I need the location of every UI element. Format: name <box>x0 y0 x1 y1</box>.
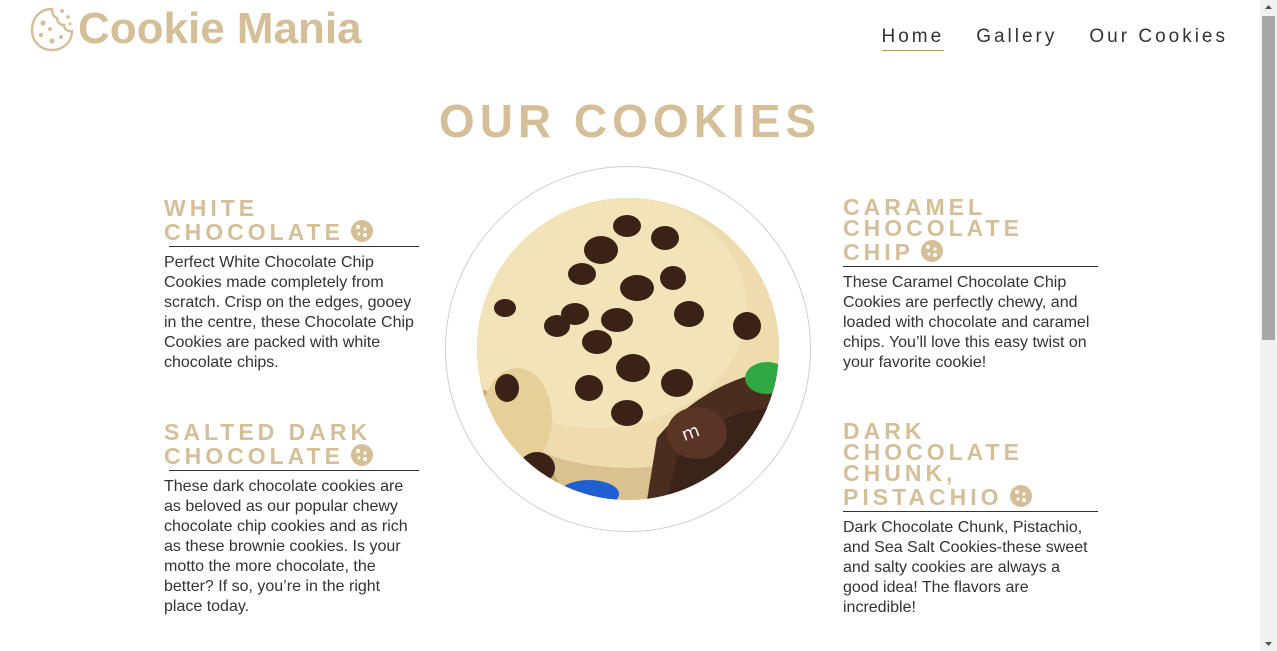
cookie-title: DARK CHOCOLATE CHUNK, PISTACHIO <box>843 420 1099 510</box>
cookie-card-salted-dark-chocolate: SALTED DARK CHOCOLATE These dark chocola… <box>164 421 420 617</box>
cookie-description: These dark chocolate cookies are as belo… <box>164 478 408 615</box>
cookie-icon <box>350 220 373 242</box>
brand-name: Cookie Mania <box>78 4 362 53</box>
title-line: CHUNK, <box>843 460 957 486</box>
title-line: SALTED DARK <box>164 419 372 445</box>
title-divider <box>169 246 419 247</box>
page: Cookie Mania Home Gallery Our Cookies OU… <box>0 0 1260 651</box>
page-title: OUR COOKIES <box>438 95 822 147</box>
nav-home[interactable]: Home <box>881 26 945 51</box>
scroll-down-arrow-icon[interactable] <box>1260 637 1277 651</box>
cookie-icon <box>920 240 943 262</box>
title-line: PISTACHIO <box>843 484 1003 510</box>
cookie-title: SALTED DARK CHOCOLATE <box>164 419 420 469</box>
cookie-card-white-chocolate: WHITE CHOCOLATE Perfect White Chocolate … <box>164 197 420 373</box>
cookie-icon <box>350 444 373 466</box>
title-divider <box>843 511 1098 512</box>
cookie-photo-illustration: m <box>477 198 779 500</box>
main-nav: Home Gallery Our Cookies <box>850 26 1228 51</box>
cookie-icon <box>30 7 74 52</box>
cookie-description: Perfect White Chocolate Chip Cookies mad… <box>164 254 414 371</box>
scroll-thumb[interactable] <box>1262 16 1275 340</box>
scroll-up-arrow-icon[interactable] <box>1260 0 1277 14</box>
title-line: WHITE <box>164 195 259 221</box>
title-divider <box>843 266 1098 267</box>
cookie-title: CARAMEL CHOCOLATE CHIP <box>843 196 1099 265</box>
cookie-title: WHITE CHOCOLATE <box>164 195 420 245</box>
cookie-description: These Caramel Chocolate Chip Cookies are… <box>843 274 1090 371</box>
featured-cookie-image: m <box>477 198 779 500</box>
cookie-card-dark-chocolate-chunk-pistachio: DARK CHOCOLATE CHUNK, PISTACHIO Dark Cho… <box>843 420 1099 618</box>
brand-logo[interactable]: Cookie Mania <box>28 3 362 55</box>
title-divider <box>169 470 419 471</box>
title-line: CHOCOLATE <box>164 443 344 469</box>
page-scrollbar[interactable] <box>1260 0 1277 651</box>
nav-gallery[interactable]: Gallery <box>976 26 1057 51</box>
cookie-description: Dark Chocolate Chunk, Pistachio, and Sea… <box>843 519 1088 616</box>
title-line: CHIP <box>843 239 914 265</box>
title-line: CHOCOLATE <box>843 215 1023 241</box>
title-line: CHOCOLATE <box>164 219 344 245</box>
cookie-card-caramel-chocolate-chip: CARAMEL CHOCOLATE CHIP These Caramel Cho… <box>843 196 1099 373</box>
nav-our-cookies[interactable]: Our Cookies <box>1089 26 1228 51</box>
cookie-icon <box>1009 485 1032 507</box>
